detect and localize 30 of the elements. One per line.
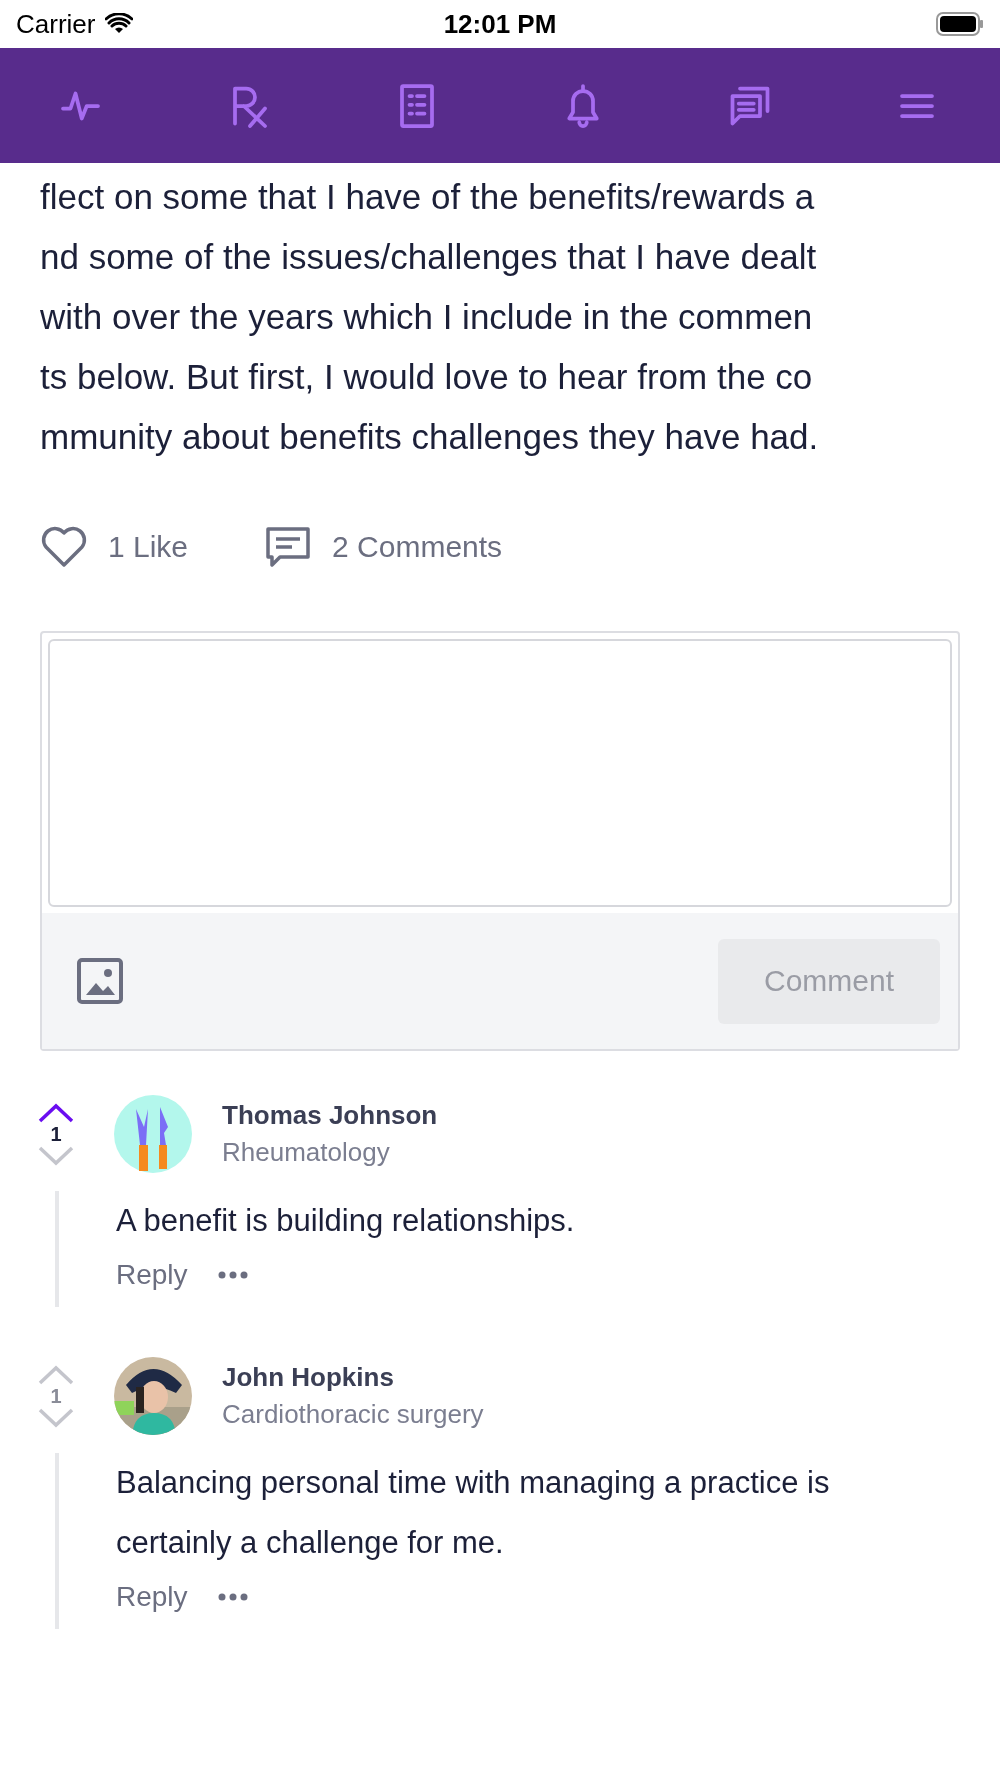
- author-specialty: Rheumatology: [222, 1137, 391, 1168]
- vote-count: 1: [50, 1122, 62, 1146]
- post-text-line: nd some of the issues/challenges that I have dealt: [40, 236, 818, 278]
- author-name: John Hopkins: [222, 1362, 395, 1393]
- comment-text: Balancing personal time with managing a practice is certainly a challenge for me.: [116, 1464, 831, 1562]
- post-text-line: ts below. But first, I would love to hear from the co: [40, 356, 814, 398]
- more-icon[interactable]: [217, 1271, 248, 1279]
- wifi-icon: [105, 13, 134, 35]
- post-text-line: with over the years which I include in the commen: [40, 296, 814, 338]
- downvote-button[interactable]: [38, 1145, 74, 1166]
- reply-link[interactable]: Reply: [116, 1259, 188, 1291]
- vote-count: 1: [50, 1384, 62, 1408]
- post-text-line: flect on some that I have of the benefits/rewards a: [40, 176, 816, 218]
- image-icon[interactable]: [76, 957, 124, 1005]
- battery-icon: [936, 12, 984, 36]
- carrier-label: Carrier: [16, 8, 96, 40]
- author-name: Thomas Johnson: [222, 1100, 438, 1131]
- like-button[interactable]: 1 Like: [40, 525, 189, 569]
- heart-icon: [40, 525, 88, 569]
- reply-link[interactable]: Reply: [116, 1581, 188, 1613]
- comments-button[interactable]: 2 Comments: [264, 523, 503, 571]
- more-icon[interactable]: [217, 1593, 248, 1601]
- avatar-icon: [114, 1095, 192, 1173]
- comment-text: A benefit is building relationships.: [116, 1202, 576, 1240]
- upvote-button[interactable]: [38, 1102, 74, 1123]
- downvote-button[interactable]: [38, 1407, 74, 1428]
- comment-input[interactable]: [48, 639, 952, 907]
- post-text-line: mmunity about benefits challenges they have had.: [40, 416, 820, 458]
- clock: 12:01 PM: [443, 8, 557, 40]
- author-specialty: Cardiothoracic surgery: [222, 1399, 484, 1430]
